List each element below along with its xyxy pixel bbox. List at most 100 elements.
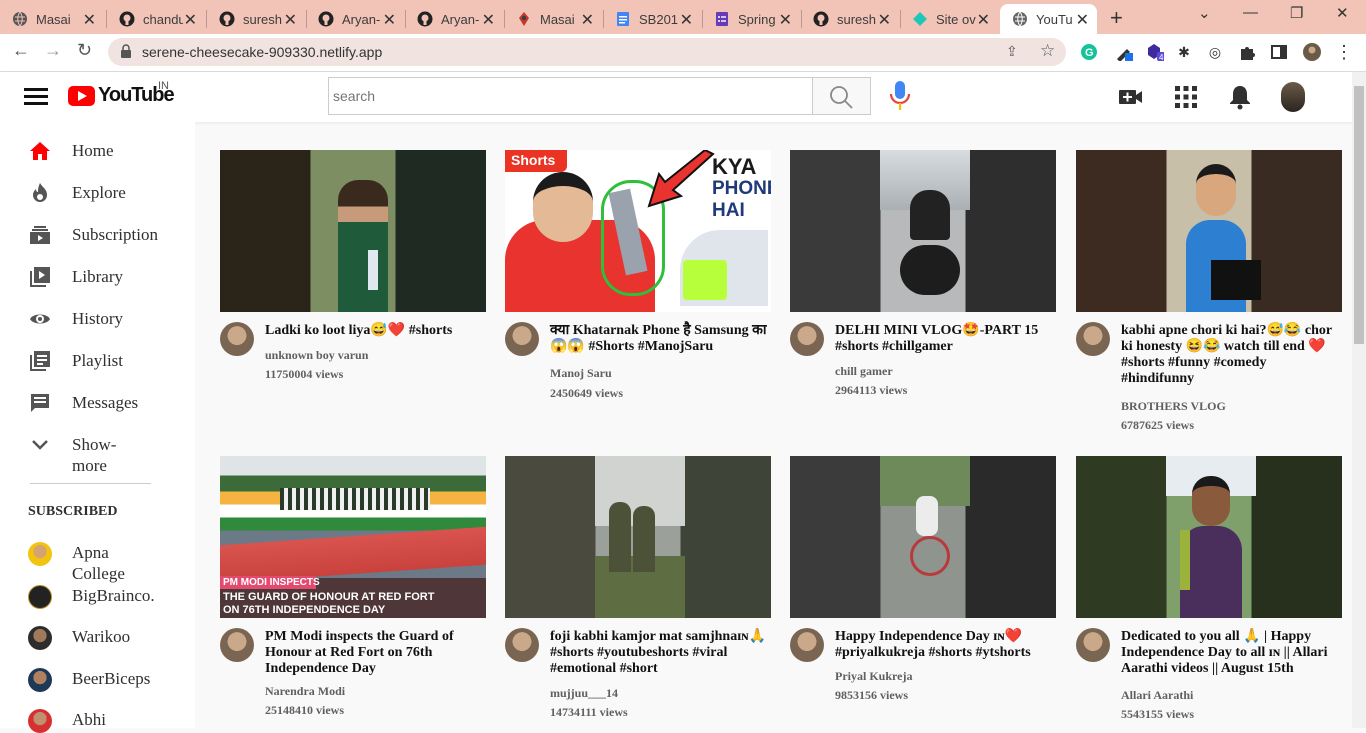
browser-tab-active[interactable]: YouTu ✕ [1000,4,1097,34]
channel-name[interactable]: Priyal Kukreja [835,669,912,684]
close-icon[interactable]: ✕ [1076,10,1089,30]
video-thumbnail[interactable] [790,456,1056,618]
sidepanel-icon[interactable] [1270,43,1288,61]
notifications-bell-icon[interactable] [1227,84,1253,110]
close-icon[interactable]: ✕ [284,10,297,30]
close-icon[interactable]: ✕ [383,10,396,30]
share-icon[interactable]: ⇪ [1006,43,1018,60]
apps-grid-icon[interactable] [1173,84,1199,110]
video-title[interactable]: Dedicated to you all 🙏 | Happy Independe… [1121,629,1342,677]
scrollbar-thumb[interactable] [1354,86,1364,344]
video-title[interactable]: Happy Independence Day ɪɴ❤️ #priyalkukre… [835,629,1056,661]
create-video-icon[interactable] [1118,84,1144,110]
reload-icon[interactable]: ↻ [77,40,92,61]
video-card[interactable]: PM MODI INSPECTS THE GUARD OF HONOUR AT … [220,456,486,717]
browser-tab[interactable]: Masai ✕ [0,4,104,34]
video-title[interactable]: Ladki ko loot liya😅❤️ #shorts [265,323,486,339]
video-card[interactable]: Shorts KYA PHONE HAI क्या Khatarnak Phon… [505,150,771,400]
video-thumbnail[interactable] [1076,456,1342,618]
browser-tab[interactable]: suresh ✕ [207,4,305,34]
channel-avatar[interactable] [790,628,824,662]
profile-avatar[interactable] [1303,43,1321,61]
channel-avatar[interactable] [505,628,539,662]
browser-tab[interactable]: Site ov ✕ [900,4,998,34]
extension-pen-icon[interactable] [1115,43,1133,61]
restore-button[interactable]: ❐ [1290,4,1303,22]
close-icon[interactable]: ✕ [83,10,96,30]
sidebar-item-library[interactable]: Library [0,266,195,288]
browser-tab[interactable]: Spring ✕ [702,4,800,34]
video-thumbnail[interactable] [790,150,1056,312]
back-icon[interactable]: ← [12,40,30,61]
extension-hex-icon[interactable]: 4 [1146,43,1164,61]
bug-icon[interactable]: ✱ [1175,43,1193,61]
tab-search-icon[interactable]: ⌄ [1198,4,1211,22]
video-thumbnail[interactable] [505,456,771,618]
video-card[interactable]: foji kabhi kamjor mat samjhnaɪɴ🙏 #shorts… [505,456,771,719]
search-button[interactable] [812,77,871,115]
video-thumbnail[interactable] [1076,150,1342,312]
sidebar-item-playlist[interactable]: Playlist [0,350,195,372]
browser-tab[interactable]: SB201 ✕ [603,4,701,34]
microphone-icon[interactable] [888,80,912,112]
sidebar-item-messages[interactable]: Messages [0,392,195,414]
close-icon[interactable]: ✕ [184,10,197,30]
channel-name[interactable]: unknown boy varun [265,348,368,363]
video-card[interactable]: kabhi apne chori ki hai?😅😂 chor ki hones… [1076,150,1342,432]
subscription-item[interactable]: BigBrainco. [0,585,195,609]
video-title[interactable]: foji kabhi kamjor mat samjhnaɪɴ🙏 #shorts… [550,629,771,677]
close-icon[interactable]: ✕ [779,10,792,30]
sidebar-item-subscription[interactable]: Subscription [0,224,195,246]
browser-tab[interactable]: Aryan- ✕ [306,4,404,34]
sidebar-item-history[interactable]: History [0,308,195,330]
video-card[interactable]: Happy Independence Day ɪɴ❤️ #priyalkukre… [790,456,1056,702]
channel-name[interactable]: Narendra Modi [265,684,345,699]
video-title[interactable]: PM Modi inspects the Guard of Honour at … [265,629,486,677]
hamburger-menu-icon[interactable] [24,88,48,109]
bookmark-star-icon[interactable]: ☆ [1040,41,1055,61]
browser-tab[interactable]: Masai ✕ [504,4,602,34]
subscription-item[interactable]: Apna College [0,542,195,584]
browser-tab[interactable]: suresh ✕ [801,4,899,34]
close-window-button[interactable]: ✕ [1336,4,1349,22]
video-thumbnail[interactable]: Shorts KYA PHONE HAI [505,150,771,312]
channel-name[interactable]: mujjuu___14 [550,686,618,701]
video-title[interactable]: kabhi apne chori ki hai?😅😂 chor ki hones… [1121,323,1342,387]
channel-name[interactable]: BROTHERS VLOG [1121,399,1226,414]
video-title[interactable]: क्या Khatarnak Phone है Samsung का 😱😱 #S… [550,323,771,355]
close-icon[interactable]: ✕ [482,10,495,30]
search-input[interactable] [328,77,812,115]
channel-avatar[interactable] [790,322,824,356]
new-tab-button[interactable]: + [1110,5,1123,31]
sidebar-item-home[interactable]: Home [0,140,195,162]
extension-circle-icon[interactable]: ◎ [1206,43,1224,61]
video-title[interactable]: DELHI MINI VLOG🤩-PART 15 #shorts #chillg… [835,323,1056,355]
video-thumbnail[interactable] [220,150,486,312]
channel-name[interactable]: chill gamer [835,364,893,379]
channel-avatar[interactable] [220,628,254,662]
browser-tab[interactable]: Aryan- ✕ [405,4,503,34]
channel-avatar[interactable] [505,322,539,356]
video-thumbnail[interactable]: PM MODI INSPECTS THE GUARD OF HONOUR AT … [220,456,486,618]
page-scrollbar[interactable] [1352,72,1366,728]
close-icon[interactable]: ✕ [680,10,693,30]
user-avatar[interactable] [1281,82,1305,112]
close-icon[interactable]: ✕ [581,10,594,30]
subscription-item[interactable]: BeerBiceps [0,668,195,692]
sidebar-item-show-more[interactable]: Show- more [0,434,195,476]
minimize-button[interactable]: — [1243,4,1258,21]
menu-icon[interactable]: ⋮ [1335,42,1353,62]
close-icon[interactable]: ✕ [977,10,990,30]
video-card[interactable]: DELHI MINI VLOG🤩-PART 15 #shorts #chillg… [790,150,1056,397]
channel-avatar[interactable] [1076,322,1110,356]
grammarly-icon[interactable]: G [1080,43,1098,61]
close-icon[interactable]: ✕ [878,10,891,30]
url-field[interactable]: serene-cheesecake-909330.netlify.app ⇪ ☆ [108,38,1066,66]
youtube-logo[interactable]: YouTube IN [68,80,175,107]
video-card[interactable]: Dedicated to you all 🙏 | Happy Independe… [1076,456,1342,721]
channel-avatar[interactable] [1076,628,1110,662]
subscription-item[interactable]: Warikoo [0,626,195,650]
channel-avatar[interactable] [220,322,254,356]
subscription-item[interactable]: Abhi [0,709,195,733]
channel-name[interactable]: Allari Aarathi [1121,688,1193,703]
